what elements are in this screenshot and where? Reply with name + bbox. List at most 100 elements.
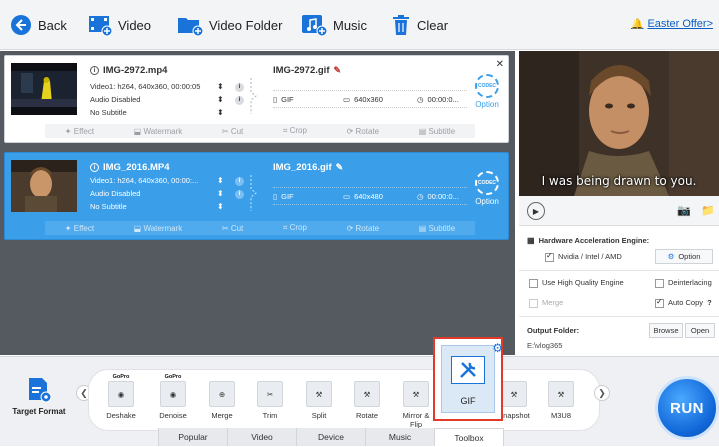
video-track-dropdown[interactable]: ⬍: [217, 82, 224, 91]
watermark-tool[interactable]: ⬓ Watermark: [134, 224, 183, 233]
add-video-folder-button[interactable]: Video Folder: [177, 0, 282, 50]
target-format-icon: [26, 377, 52, 403]
edit-toolbar: ✦ Effect ⬓ Watermark ✂ Cut ⌗ Crop ⟳ Rota…: [45, 221, 475, 235]
cut-tool[interactable]: ✂ Cut: [222, 127, 243, 136]
checkbox-icon: [545, 251, 554, 262]
tab-popular[interactable]: Popular: [158, 428, 227, 446]
codec-gear-icon: CODEC: [475, 171, 499, 195]
format-rotate[interactable]: ⚒ Rotate: [347, 374, 387, 420]
subtitle-dropdown[interactable]: ⬍: [217, 108, 224, 117]
remove-item-icon[interactable]: ✕: [496, 59, 504, 70]
easter-offer-link[interactable]: 🔔 Easter Offer>: [631, 18, 713, 30]
subtitle-dropdown[interactable]: ⬍: [217, 202, 224, 211]
output-filename-text: IMG_2016.gif: [273, 162, 332, 173]
video-thumbnail: [11, 63, 77, 115]
snapshot-icon: ⚒: [501, 381, 527, 407]
output-duration: ◷ 00:00:0...: [417, 191, 459, 201]
clock-icon: ◷: [417, 191, 424, 201]
effect-tool[interactable]: ✦ Effect: [65, 127, 94, 136]
hw-option-button[interactable]: ⚙ Option: [655, 249, 713, 264]
output-filename-text: IMG-2972.gif: [273, 65, 330, 76]
format-deshake[interactable]: GoPro ◉ Deshake: [101, 374, 141, 420]
output-resolution: ▭ 640x360: [343, 94, 383, 104]
back-button[interactable]: Back: [10, 0, 67, 50]
tab-music[interactable]: Music: [365, 428, 434, 446]
camera-icon[interactable]: 📷: [677, 204, 691, 217]
subtitle-tool[interactable]: ▤ Subtitle: [419, 127, 455, 136]
format-denoise[interactable]: GoPro ◉ Denoise: [153, 374, 193, 420]
video-track-dropdown[interactable]: ⬍: [217, 176, 224, 185]
format-gif-selected[interactable]: GIF ⚙: [433, 337, 503, 421]
rotate-tool[interactable]: ⟳ Rotate: [347, 224, 380, 233]
format-mirror-flip[interactable]: ⚒ Mirror & Flip: [396, 374, 436, 429]
output-folder-label: Output Folder:: [527, 326, 580, 335]
format-m3u8[interactable]: ⚒ M3U8: [541, 374, 581, 420]
divider: [519, 270, 719, 271]
video-info-icon[interactable]: i: [235, 177, 244, 186]
subtitle-info: No Subtitle: [90, 108, 127, 117]
target-format-button[interactable]: Target Format: [6, 377, 72, 416]
file-item-selected[interactable]: i IMG_2016.MP4 Video1: h264, 640x360, 00…: [4, 152, 509, 240]
help-icon[interactable]: ?: [707, 298, 712, 307]
video-preview[interactable]: I was being drawn to you.: [519, 51, 719, 196]
codec-option-button[interactable]: CODEC Option: [470, 74, 504, 109]
codec-option-button[interactable]: CODEC Option: [470, 171, 504, 206]
checkbox-icon: [529, 278, 538, 288]
format-icon: ▯: [273, 191, 278, 201]
format-icon: ▯: [273, 94, 278, 104]
tab-toolbox[interactable]: Toolbox: [434, 428, 504, 446]
browse-button[interactable]: Browse: [649, 323, 683, 338]
add-video-button[interactable]: Video: [88, 0, 151, 50]
clear-button[interactable]: Clear: [391, 0, 448, 50]
high-quality-checkbox[interactable]: Use High Quality Engine: [529, 278, 624, 288]
audio-info-icon[interactable]: i: [235, 190, 244, 199]
hw-accel-title: ▦ Hardware Acceleration Engine:: [527, 236, 650, 245]
output-filename[interactable]: IMG_2016.gif ✎: [273, 162, 343, 173]
cut-tool[interactable]: ✂ Cut: [222, 224, 243, 233]
merge-checkbox[interactable]: Merge: [529, 298, 563, 308]
add-music-button[interactable]: Music: [301, 0, 367, 50]
format-merge[interactable]: ⊕ Merge: [202, 374, 242, 420]
clock-icon: ◷: [417, 94, 424, 104]
file-item[interactable]: i IMG-2972.mp4 Video1: h264, 640x360, 00…: [4, 55, 509, 143]
folder-icon[interactable]: 📁: [701, 204, 715, 217]
audio-track-dropdown[interactable]: ⬍: [217, 189, 224, 198]
source-filename: i IMG-2972.mp4: [90, 65, 167, 76]
video-track-info: Video1: h264, 640x360, 00:00:...: [90, 176, 199, 185]
audio-track-dropdown[interactable]: ⬍: [217, 95, 224, 104]
rotate-tool[interactable]: ⟳ Rotate: [347, 127, 380, 136]
format-trim[interactable]: ✂ Trim: [250, 374, 290, 420]
format-split[interactable]: ⚒ Split: [299, 374, 339, 420]
output-filename[interactable]: IMG-2972.gif ✎: [273, 65, 341, 76]
gif-settings-gear-icon[interactable]: ⚙: [492, 341, 503, 355]
tab-video[interactable]: Video: [227, 428, 296, 446]
video-info-icon[interactable]: i: [235, 83, 244, 92]
open-button[interactable]: Open: [685, 323, 715, 338]
audio-info-icon[interactable]: i: [235, 96, 244, 105]
edit-pencil-icon[interactable]: ✎: [334, 65, 342, 76]
deinterlacing-checkbox[interactable]: Deinterlacing: [655, 278, 712, 288]
output-format: ▯ GIF: [273, 94, 294, 104]
gif-tile: GIF: [441, 345, 495, 413]
subtitle-tool[interactable]: ▤ Subtitle: [419, 224, 455, 233]
source-filename-text: IMG-2972.mp4: [103, 65, 168, 76]
back-label: Back: [38, 17, 67, 33]
effect-tool[interactable]: ✦ Effect: [65, 224, 94, 233]
convert-arrow-icon: [249, 76, 259, 116]
crop-tool[interactable]: ⌗ Crop: [283, 223, 307, 233]
watermark-tool[interactable]: ⬓ Watermark: [134, 127, 183, 136]
rotate-icon: ⚒: [354, 381, 380, 407]
output-path: E:\vlog365: [527, 341, 563, 350]
run-button[interactable]: RUN: [655, 376, 719, 440]
split-icon: ⚒: [306, 381, 332, 407]
auto-copy-checkbox[interactable]: Auto Copy ?: [655, 297, 712, 308]
scroll-right-icon[interactable]: ❯: [594, 385, 610, 401]
edit-pencil-icon[interactable]: ✎: [336, 162, 344, 173]
checkbox-icon: [655, 278, 664, 288]
tab-device[interactable]: Device: [296, 428, 365, 446]
play-icon[interactable]: ▶: [527, 202, 545, 220]
crop-tool[interactable]: ⌗ Crop: [283, 126, 307, 136]
audio-track-info: Audio Disabled: [90, 95, 141, 104]
easter-offer-label: Easter Offer>: [647, 18, 713, 30]
nvidia-checkbox[interactable]: Nvidia / Intel / AMD: [545, 251, 622, 262]
